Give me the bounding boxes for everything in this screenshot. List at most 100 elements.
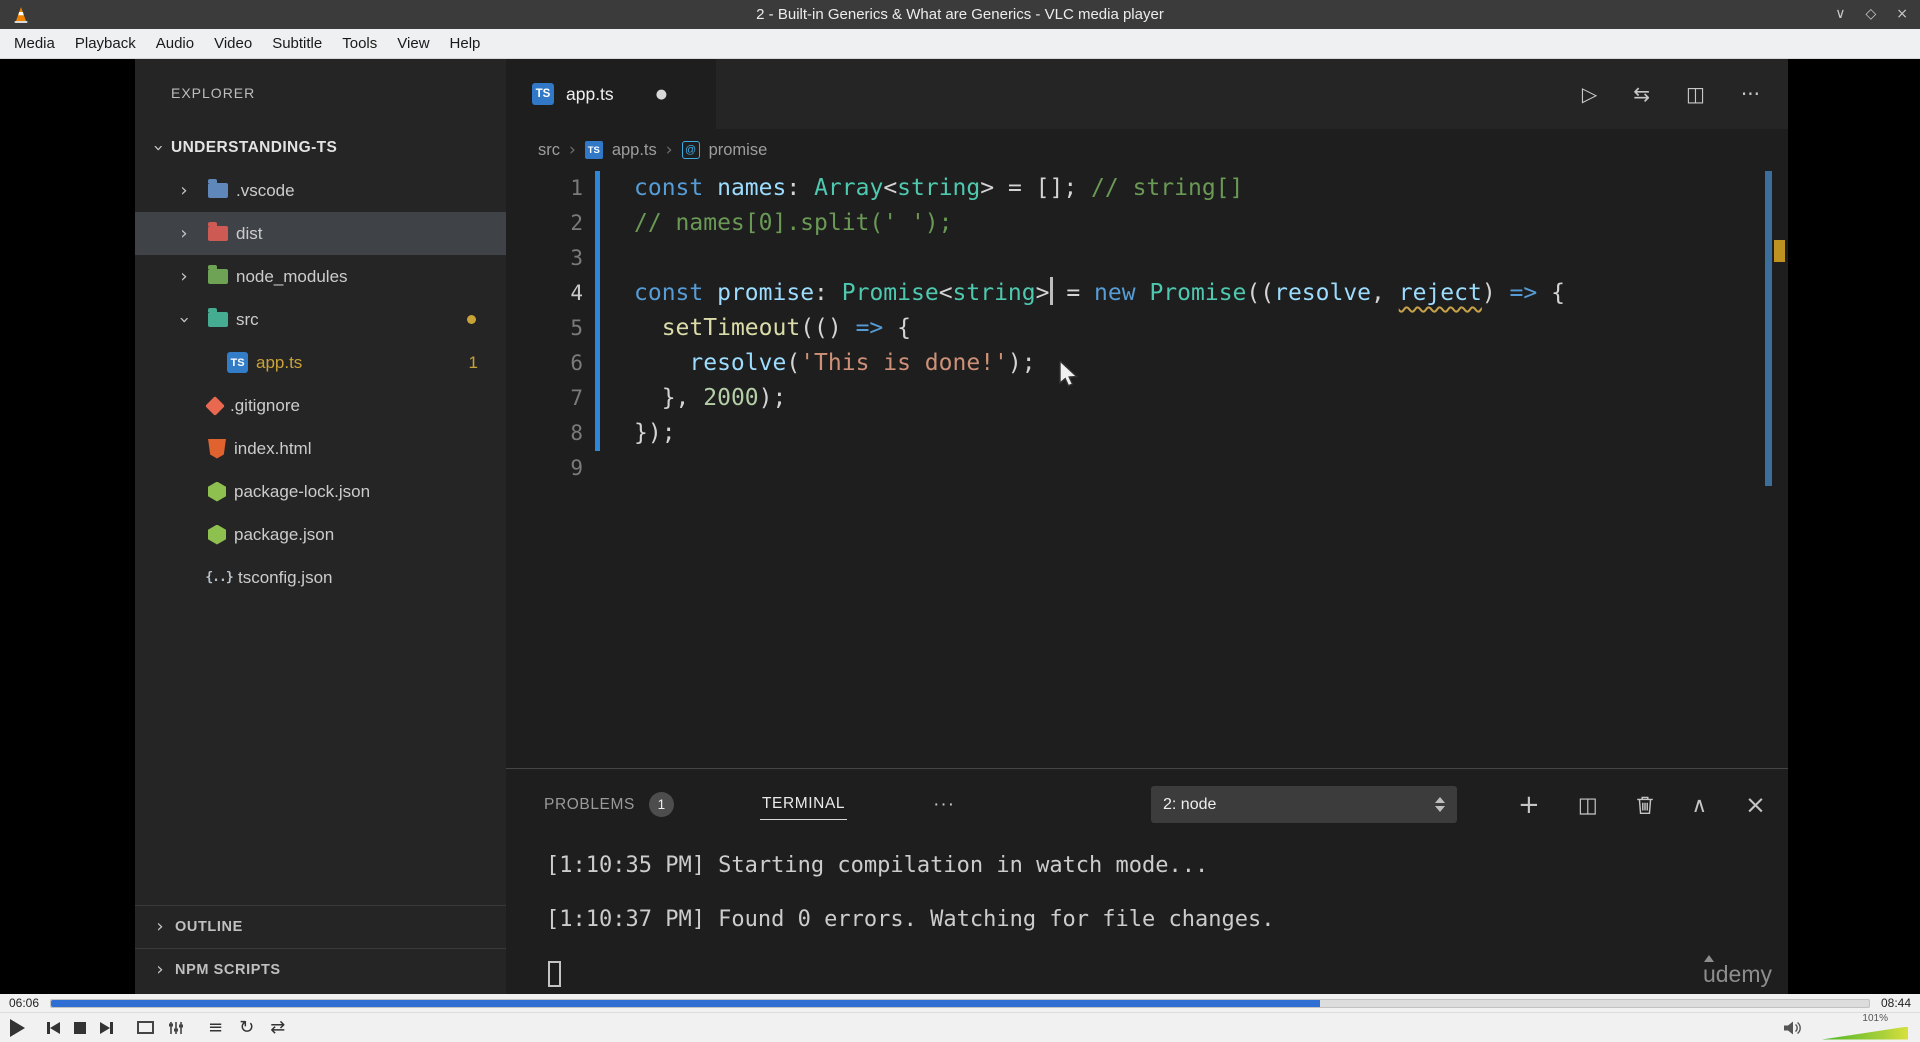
tree-item-label: app.ts — [256, 352, 303, 372]
terminal-select-value: 2: node — [1163, 795, 1217, 813]
play-button[interactable] — [10, 1018, 25, 1037]
code-lines[interactable]: 1 const names: Array<string> = []; // str… — [506, 171, 1763, 768]
tree-item-dist[interactable]: › dist — [135, 212, 506, 255]
tab-label: app.ts — [566, 83, 614, 104]
vlc-window: 2 - Built-in Generics & What are Generic… — [0, 0, 1920, 1042]
breadcrumb-item-app-ts[interactable]: app.ts — [612, 141, 657, 160]
modified-line-bar — [595, 206, 600, 241]
tree-item-tsconfig-json[interactable]: {..} tsconfig.json — [135, 556, 506, 599]
overview-ruler[interactable] — [1763, 59, 1788, 768]
loop-button[interactable]: ↻ — [239, 1017, 254, 1039]
code-text: }); — [634, 420, 676, 446]
breadcrumb-item-promise[interactable]: promise — [709, 141, 768, 160]
line-number: 9 — [570, 456, 583, 480]
previous-button[interactable] — [47, 1021, 60, 1034]
speaker-icon[interactable] — [1783, 1019, 1803, 1037]
modified-line-bar — [595, 346, 600, 381]
editor-area: TS app.ts ● ▷ ⇆ ◫ ··· src › TS app.ts › @ promise… — [506, 59, 1788, 768]
menu-subtitle[interactable]: Subtitle — [262, 31, 332, 56]
code-line-7: 7 }, 2000); — [506, 381, 1763, 416]
tree-item-package-lock-json[interactable]: package-lock.json — [135, 470, 506, 513]
folder-dist-icon — [208, 222, 228, 241]
modified-line-bar — [595, 381, 600, 416]
panel-tab-terminal[interactable]: TERMINAL — [759, 769, 848, 840]
open-changes-button[interactable]: ⇆ — [1633, 82, 1650, 106]
tree-item-node-modules[interactable]: › node_modules — [135, 255, 506, 298]
modified-dot-icon[interactable]: ● — [656, 87, 667, 102]
ts-file-icon: TS — [532, 83, 554, 105]
breadcrumb-item-src[interactable]: src — [538, 141, 560, 160]
tree-item-label: dist — [236, 223, 263, 243]
tree-item-label: package.json — [234, 524, 335, 544]
split-terminal-button[interactable]: ◫ — [1578, 793, 1598, 817]
gutter — [583, 451, 634, 486]
npm-scripts-section-label: NPM SCRIPTS — [175, 962, 281, 978]
chevron-down-icon: › — [148, 143, 169, 152]
tree-item-vscode[interactable]: › .vscode — [135, 169, 506, 212]
editor-more-actions-button[interactable]: ··· — [1741, 82, 1760, 106]
kill-terminal-button[interactable] — [1636, 795, 1654, 815]
npm-scripts-section[interactable]: › NPM SCRIPTS — [135, 948, 506, 991]
minimap-changes-strip — [1765, 171, 1772, 486]
file-braces-icon: {..} — [205, 570, 233, 585]
tree-item-package-json[interactable]: package.json — [135, 513, 506, 556]
panel-tabs: PROBLEMS 1 TERMINAL — [544, 769, 933, 840]
close-icon[interactable]: × — [1896, 0, 1908, 29]
video-area[interactable]: EXPLORER › UNDERSTANDING-TS › .vscode › dis… — [0, 59, 1920, 994]
udemy-caret-icon — [1703, 955, 1714, 962]
tree-item-gitignore[interactable]: .gitignore — [135, 384, 506, 427]
code-text: // names[0].split(' '); — [634, 210, 953, 236]
explorer-root-row[interactable]: › UNDERSTANDING-TS — [135, 126, 506, 169]
new-terminal-button[interactable]: + — [1518, 790, 1540, 820]
menu-help[interactable]: Help — [440, 31, 491, 56]
code-text: const names: Array<string> = []; // stri… — [634, 175, 1244, 201]
tree-item-label: .vscode — [236, 180, 295, 200]
vlc-logo-icon — [14, 6, 28, 23]
playlist-button[interactable]: ≡ — [208, 1017, 223, 1039]
terminal-output[interactable]: [1:10:35 PM] Starting compilation in wat… — [506, 840, 1788, 994]
panel-tab-problems[interactable]: PROBLEMS 1 — [544, 769, 674, 840]
seek-bar[interactable] — [50, 998, 1870, 1008]
shuffle-button[interactable]: ⇄ — [270, 1017, 285, 1039]
chevron-right-icon: › — [156, 916, 164, 937]
gutter — [583, 276, 634, 311]
transport-group — [47, 1021, 113, 1034]
line-number: 5 — [570, 316, 583, 340]
extended-settings-button[interactable] — [168, 1021, 184, 1035]
menu-playback[interactable]: Playback — [65, 31, 146, 56]
menu-tools[interactable]: Tools — [332, 31, 387, 56]
stop-button[interactable] — [74, 1021, 86, 1034]
next-button[interactable] — [100, 1021, 113, 1034]
gutter — [583, 206, 634, 241]
breadcrumb: src › TS app.ts › @ promise — [506, 129, 1788, 171]
maximize-panel-button[interactable]: ∧ — [1692, 793, 1707, 817]
folder-node-icon — [208, 265, 228, 284]
gutter — [583, 346, 634, 381]
tree-item-app-ts[interactable]: TS app.ts 1 — [135, 341, 506, 384]
tree-item-src[interactable]: › src — [135, 298, 506, 341]
run-button[interactable]: ▷ — [1582, 82, 1597, 106]
vlc-menubar: Media Playback Audio Video Subtitle Tools View… — [0, 29, 1920, 59]
panel-more-icon[interactable]: ··· — [933, 794, 955, 816]
maximize-icon[interactable]: ◇ — [1865, 0, 1876, 29]
total-time: 08:44 — [1880, 996, 1912, 1010]
fullscreen-button[interactable] — [137, 1021, 154, 1034]
outline-section[interactable]: › OUTLINE — [135, 905, 506, 948]
line-number: 4 — [570, 281, 583, 305]
terminal-select[interactable]: 2: node — [1151, 786, 1457, 823]
chevron-right-icon: › — [156, 959, 164, 980]
split-editor-button[interactable]: ◫ — [1686, 82, 1705, 106]
minimize-icon[interactable]: ∨ — [1835, 0, 1845, 29]
close-panel-button[interactable]: × — [1745, 790, 1766, 819]
menu-video[interactable]: Video — [204, 31, 262, 56]
volume-percent-label: 101% — [1862, 1012, 1888, 1024]
tab-app-ts[interactable]: TS app.ts ● — [506, 59, 716, 129]
menu-audio[interactable]: Audio — [146, 31, 204, 56]
gutter — [583, 381, 634, 416]
code-line-4: 4 const promise: Promise<string> = new Pr… — [506, 276, 1763, 311]
volume-slider[interactable] — [1822, 1026, 1908, 1040]
menu-media[interactable]: Media — [4, 31, 65, 56]
tree-item-index-html[interactable]: index.html — [135, 427, 506, 470]
menu-view[interactable]: View — [387, 31, 439, 56]
terminal-line: [1:10:35 PM] Starting compilation in wat… — [546, 853, 1209, 878]
